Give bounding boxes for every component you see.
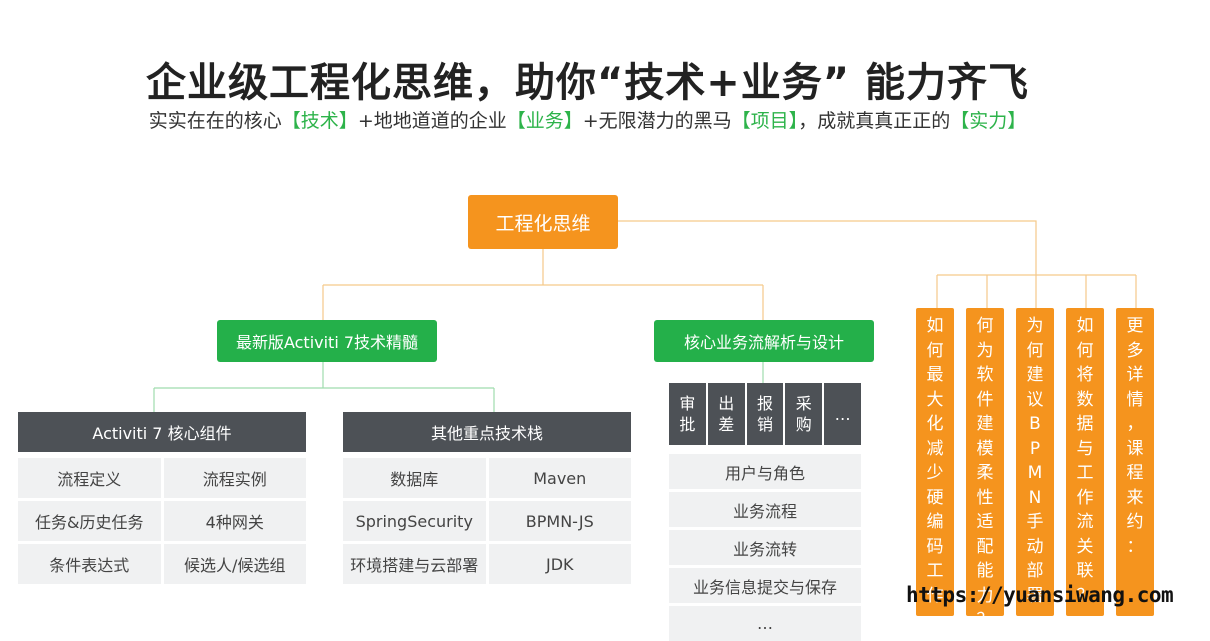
branch-business: 核心业务流解析与设计 bbox=[654, 320, 874, 362]
question-column: 如何将数据与工作流关联？ bbox=[1066, 308, 1104, 616]
question-column: 更多详情，课程来约： bbox=[1116, 308, 1154, 616]
approval-type: 报销 bbox=[746, 383, 784, 445]
subtitle-highlight-ability: 【实力】 bbox=[950, 110, 1027, 132]
question-column: 为何建议BPMN手动部署 bbox=[1016, 308, 1054, 616]
core-components-header: Activiti 7 核心组件 bbox=[18, 412, 306, 452]
question-column: 如何最大化减少硬编码工作 bbox=[916, 308, 954, 616]
approval-type-label: 报销 bbox=[756, 394, 773, 434]
tech-stack-header: 其他重点技术栈 bbox=[343, 412, 631, 452]
core-component-item: 条件表达式 bbox=[18, 544, 161, 584]
business-item: 业务流程 bbox=[669, 492, 861, 527]
approval-type-more: … bbox=[824, 383, 861, 445]
core-component-item: 候选人/候选组 bbox=[163, 544, 306, 584]
tech-stack-item: SpringSecurity bbox=[343, 501, 486, 541]
subtitle-text-2: +地地道道的企业 bbox=[357, 110, 507, 132]
approval-types-row: 审批 出差 报销 采购 … bbox=[669, 383, 861, 445]
approval-type-label: 采购 bbox=[795, 394, 812, 434]
core-component-item: 任务&历史任务 bbox=[18, 501, 161, 541]
subtitle-text-1: 实实在在的核心 bbox=[148, 110, 282, 132]
subtitle-highlight-project: 【项目】 bbox=[731, 110, 799, 132]
branch-activiti: 最新版Activiti 7技术精髓 bbox=[217, 320, 437, 362]
subtitle-text-3: +无限潜力的黑马 bbox=[582, 110, 732, 132]
page-subtitle: 实实在在的核心【技术】+地地道道的企业【业务】+无限潜力的黑马【项目】，成就真真… bbox=[0, 106, 1175, 133]
root-node: 工程化思维 bbox=[468, 195, 618, 249]
business-item: 业务流转 bbox=[669, 530, 861, 565]
tech-stack-item: 环境搭建与云部署 bbox=[343, 544, 486, 584]
business-item: 用户与角色 bbox=[669, 454, 861, 489]
core-component-item: 流程实例 bbox=[163, 458, 306, 498]
tech-stack-grid: 数据库 Maven SpringSecurity BPMN-JS 环境搭建与云部… bbox=[343, 458, 631, 584]
business-items-list: 用户与角色 业务流程 业务流转 业务信息提交与保存 … bbox=[669, 454, 861, 641]
tech-stack-item: BPMN-JS bbox=[488, 501, 631, 541]
core-component-item: 4种网关 bbox=[163, 501, 306, 541]
approval-type-label: 审批 bbox=[679, 394, 696, 434]
tech-stack-item: JDK bbox=[488, 544, 631, 584]
approval-type-label: … bbox=[834, 404, 851, 424]
tech-stack-item: 数据库 bbox=[343, 458, 486, 498]
question-column: 何为软件建模柔性适配能力？ bbox=[966, 308, 1004, 630]
tech-stack-item: Maven bbox=[488, 458, 631, 498]
core-components-grid: 流程定义 流程实例 任务&历史任务 4种网关 条件表达式 候选人/候选组 bbox=[18, 458, 306, 584]
subtitle-highlight-tech: 【技术】 bbox=[281, 110, 358, 132]
approval-type: 出差 bbox=[707, 383, 745, 445]
subtitle-text-4: ，成就真真正正的 bbox=[798, 110, 951, 132]
approval-type-label: 出差 bbox=[718, 394, 735, 434]
approval-type: 采购 bbox=[785, 383, 823, 445]
approval-type: 审批 bbox=[669, 383, 706, 445]
business-item: 业务信息提交与保存 bbox=[669, 568, 861, 603]
subtitle-highlight-business: 【业务】 bbox=[506, 110, 583, 132]
core-component-item: 流程定义 bbox=[18, 458, 161, 498]
watermark-url: https://yuansiwang.com bbox=[906, 583, 1174, 607]
business-item: … bbox=[669, 606, 861, 641]
page-title: 企业级工程化思维，助你“技术+业务” 能力齐飞 bbox=[145, 60, 1030, 106]
